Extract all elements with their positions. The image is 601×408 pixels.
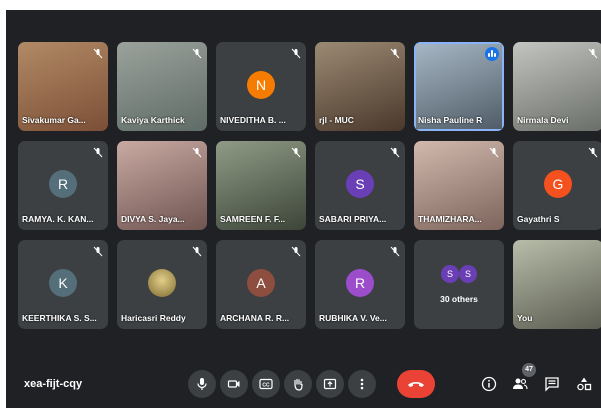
avatar: S xyxy=(459,265,477,283)
participant-tile[interactable]: A ARCHANA R. R... xyxy=(216,240,306,329)
mic-off-icon xyxy=(588,147,598,158)
mic-off-icon xyxy=(93,147,103,158)
mic-off-icon xyxy=(192,48,202,59)
raise-hand-button[interactable] xyxy=(284,370,312,398)
mic-off-icon xyxy=(192,246,202,257)
participant-name: Kaviya Karthick xyxy=(121,115,185,125)
avatar-photo xyxy=(148,269,176,297)
participant-tile[interactable]: N NIVEDITHA B. ... xyxy=(216,42,306,131)
activities-icon[interactable] xyxy=(576,376,592,392)
participant-count-badge: 47 xyxy=(522,363,536,377)
participant-tile[interactable]: rjl - MUC xyxy=(315,42,405,131)
participant-tile-speaking[interactable]: Nisha Pauline R xyxy=(414,42,504,131)
participant-name: Gayathri S xyxy=(517,214,560,224)
participant-name: You xyxy=(517,313,533,323)
captions-icon: CC xyxy=(259,378,273,390)
mic-off-icon xyxy=(390,48,400,59)
leave-call-button[interactable] xyxy=(397,370,435,398)
participant-tile[interactable]: Sivakumar Ga... xyxy=(18,42,108,131)
avatar: S xyxy=(346,170,374,198)
mic-off-icon xyxy=(93,246,103,257)
participant-name: NIVEDITHA B. ... xyxy=(220,115,286,125)
mic-off-icon xyxy=(291,147,301,158)
participant-name: SAMREEN F. F... xyxy=(220,214,286,224)
present-button[interactable] xyxy=(316,370,344,398)
participant-tile[interactable]: Haricasri Reddy xyxy=(117,240,207,329)
meet-window: Sivakumar Ga... Kaviya Karthick N NIVEDI… xyxy=(6,10,601,408)
avatar: R xyxy=(49,170,77,198)
participant-name: ARCHANA R. R... xyxy=(220,313,290,323)
participant-name: Haricasri Reddy xyxy=(121,313,186,323)
present-icon xyxy=(323,378,337,390)
participant-tile[interactable]: THAMIZHARA... xyxy=(414,141,504,230)
mic-off-icon xyxy=(588,48,598,59)
participant-tile[interactable]: Nirmala Devi xyxy=(513,42,601,131)
avatar: S xyxy=(441,265,459,283)
chat-icon[interactable] xyxy=(544,376,560,392)
mic-button[interactable] xyxy=(188,370,216,398)
svg-text:CC: CC xyxy=(262,383,270,389)
participant-tile[interactable]: G Gayathri S xyxy=(513,141,601,230)
participant-tile[interactable]: R RUBHIKA V. Ve... xyxy=(315,240,405,329)
mic-off-icon xyxy=(93,48,103,59)
camera-icon xyxy=(227,380,240,388)
participant-tile[interactable]: K KEERTHIKA S. S... xyxy=(18,240,108,329)
others-count-label: 30 others xyxy=(440,294,478,304)
participant-name: RUBHIKA V. Ve... xyxy=(319,313,387,323)
avatar: G xyxy=(544,170,572,198)
raise-hand-icon xyxy=(294,378,303,391)
participant-name: Nisha Pauline R xyxy=(418,115,483,125)
mic-off-icon xyxy=(489,147,499,158)
participant-name: THAMIZHARA... xyxy=(418,214,482,224)
mic-off-icon xyxy=(192,147,202,158)
participant-name: Sivakumar Ga... xyxy=(22,115,86,125)
participant-name: SABARI PRIYA... xyxy=(319,214,387,224)
others-tile[interactable]: S S 30 others xyxy=(414,240,504,329)
participant-name: Nirmala Devi xyxy=(517,115,569,125)
mic-off-icon xyxy=(291,48,301,59)
avatar: R xyxy=(346,269,374,297)
participant-tile[interactable]: DIVYA S. Jaya... xyxy=(117,141,207,230)
mic-off-icon xyxy=(291,246,301,257)
camera-button[interactable] xyxy=(220,370,248,398)
captions-button[interactable]: CC xyxy=(252,370,280,398)
participant-name: rjl - MUC xyxy=(319,115,354,125)
mic-off-icon xyxy=(390,147,400,158)
avatar: A xyxy=(247,269,275,297)
participant-tile[interactable]: Kaviya Karthick xyxy=(117,42,207,131)
avatar: N xyxy=(247,71,275,99)
participant-tile[interactable]: SAMREEN F. F... xyxy=(216,141,306,230)
participant-tile[interactable]: R RAMYA. K. KAN... xyxy=(18,141,108,230)
meeting-code: xea-fijt-cqy xyxy=(24,378,83,390)
people-icon[interactable] xyxy=(512,376,528,392)
mic-off-icon xyxy=(390,246,400,257)
info-icon[interactable] xyxy=(481,376,497,392)
participant-name: DIVYA S. Jaya... xyxy=(121,214,185,224)
participant-name: KEERTHIKA S. S... xyxy=(22,313,97,323)
more-options-button[interactable] xyxy=(348,370,376,398)
more-options-icon xyxy=(360,378,364,390)
hang-up-icon xyxy=(408,382,424,387)
participant-name: RAMYA. K. KAN... xyxy=(22,214,94,224)
mic-icon xyxy=(197,378,207,390)
self-view-tile[interactable]: You xyxy=(513,240,601,329)
speaking-indicator-icon xyxy=(485,47,499,61)
participant-tile[interactable]: S SABARI PRIYA... xyxy=(315,141,405,230)
avatar: K xyxy=(49,269,77,297)
